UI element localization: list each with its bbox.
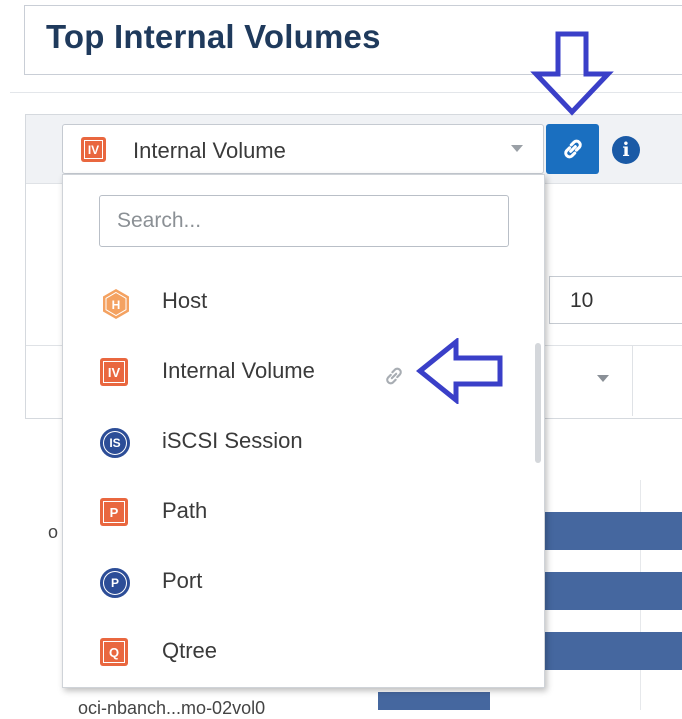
top-n-value: 10 — [570, 289, 594, 312]
axis-label: o — [48, 522, 59, 542]
link-icon — [386, 367, 402, 385]
list-item-label: Path — [162, 498, 208, 523]
list-item-label: Port — [162, 568, 203, 593]
chart-bar[interactable] — [545, 512, 682, 550]
arrow-down-icon — [530, 31, 614, 116]
list-item-host[interactable]: H Host — [63, 275, 523, 331]
host-icon: H — [103, 289, 129, 319]
chevron-down-icon[interactable] — [597, 375, 609, 382]
list-item-label: Qtree — [162, 638, 218, 663]
row-label: oci-nbanch...mo-02vol0 — [78, 698, 266, 718]
chevron-down-icon — [511, 145, 523, 152]
link-icon — [563, 139, 582, 159]
list-item-path[interactable]: P Path — [63, 485, 523, 541]
object-type-select[interactable]: IV Internal Volume — [62, 124, 544, 174]
search-input[interactable] — [99, 195, 509, 247]
path-icon: P — [100, 498, 128, 526]
object-type-label: Internal Volume — [133, 138, 286, 163]
qtree-icon: Q — [100, 638, 128, 666]
iscsi-session-icon: IS — [100, 428, 130, 458]
arrow-left-icon — [416, 338, 503, 404]
chart-bar[interactable] — [378, 692, 490, 710]
internal-volume-icon: IV — [100, 358, 128, 386]
internal-volume-icon: IV — [81, 137, 106, 162]
divider — [632, 346, 633, 416]
info-icon[interactable]: i — [612, 136, 640, 164]
port-icon: P — [100, 568, 130, 598]
svg-text:H: H — [112, 298, 121, 312]
chart-bar[interactable] — [545, 572, 682, 610]
list-item-label: iSCSI Session — [162, 428, 303, 453]
list-item-label: Internal Volume — [162, 358, 315, 383]
object-type-dropdown: H Host IV Internal Volume IS iSCSI Sessi… — [62, 174, 545, 688]
scrollbar[interactable] — [535, 343, 541, 463]
list-item-qtree[interactable]: Q Qtree — [63, 625, 523, 681]
link-button[interactable] — [546, 124, 599, 174]
list-item-port[interactable]: P Port — [63, 555, 523, 611]
chart-bar[interactable] — [545, 632, 682, 670]
list-item-iscsi-session[interactable]: IS iSCSI Session — [63, 415, 523, 471]
top-n-input[interactable]: 10 — [549, 276, 682, 324]
widget-title: Top Internal Volumes — [46, 18, 381, 55]
list-item-label: Host — [162, 288, 208, 313]
